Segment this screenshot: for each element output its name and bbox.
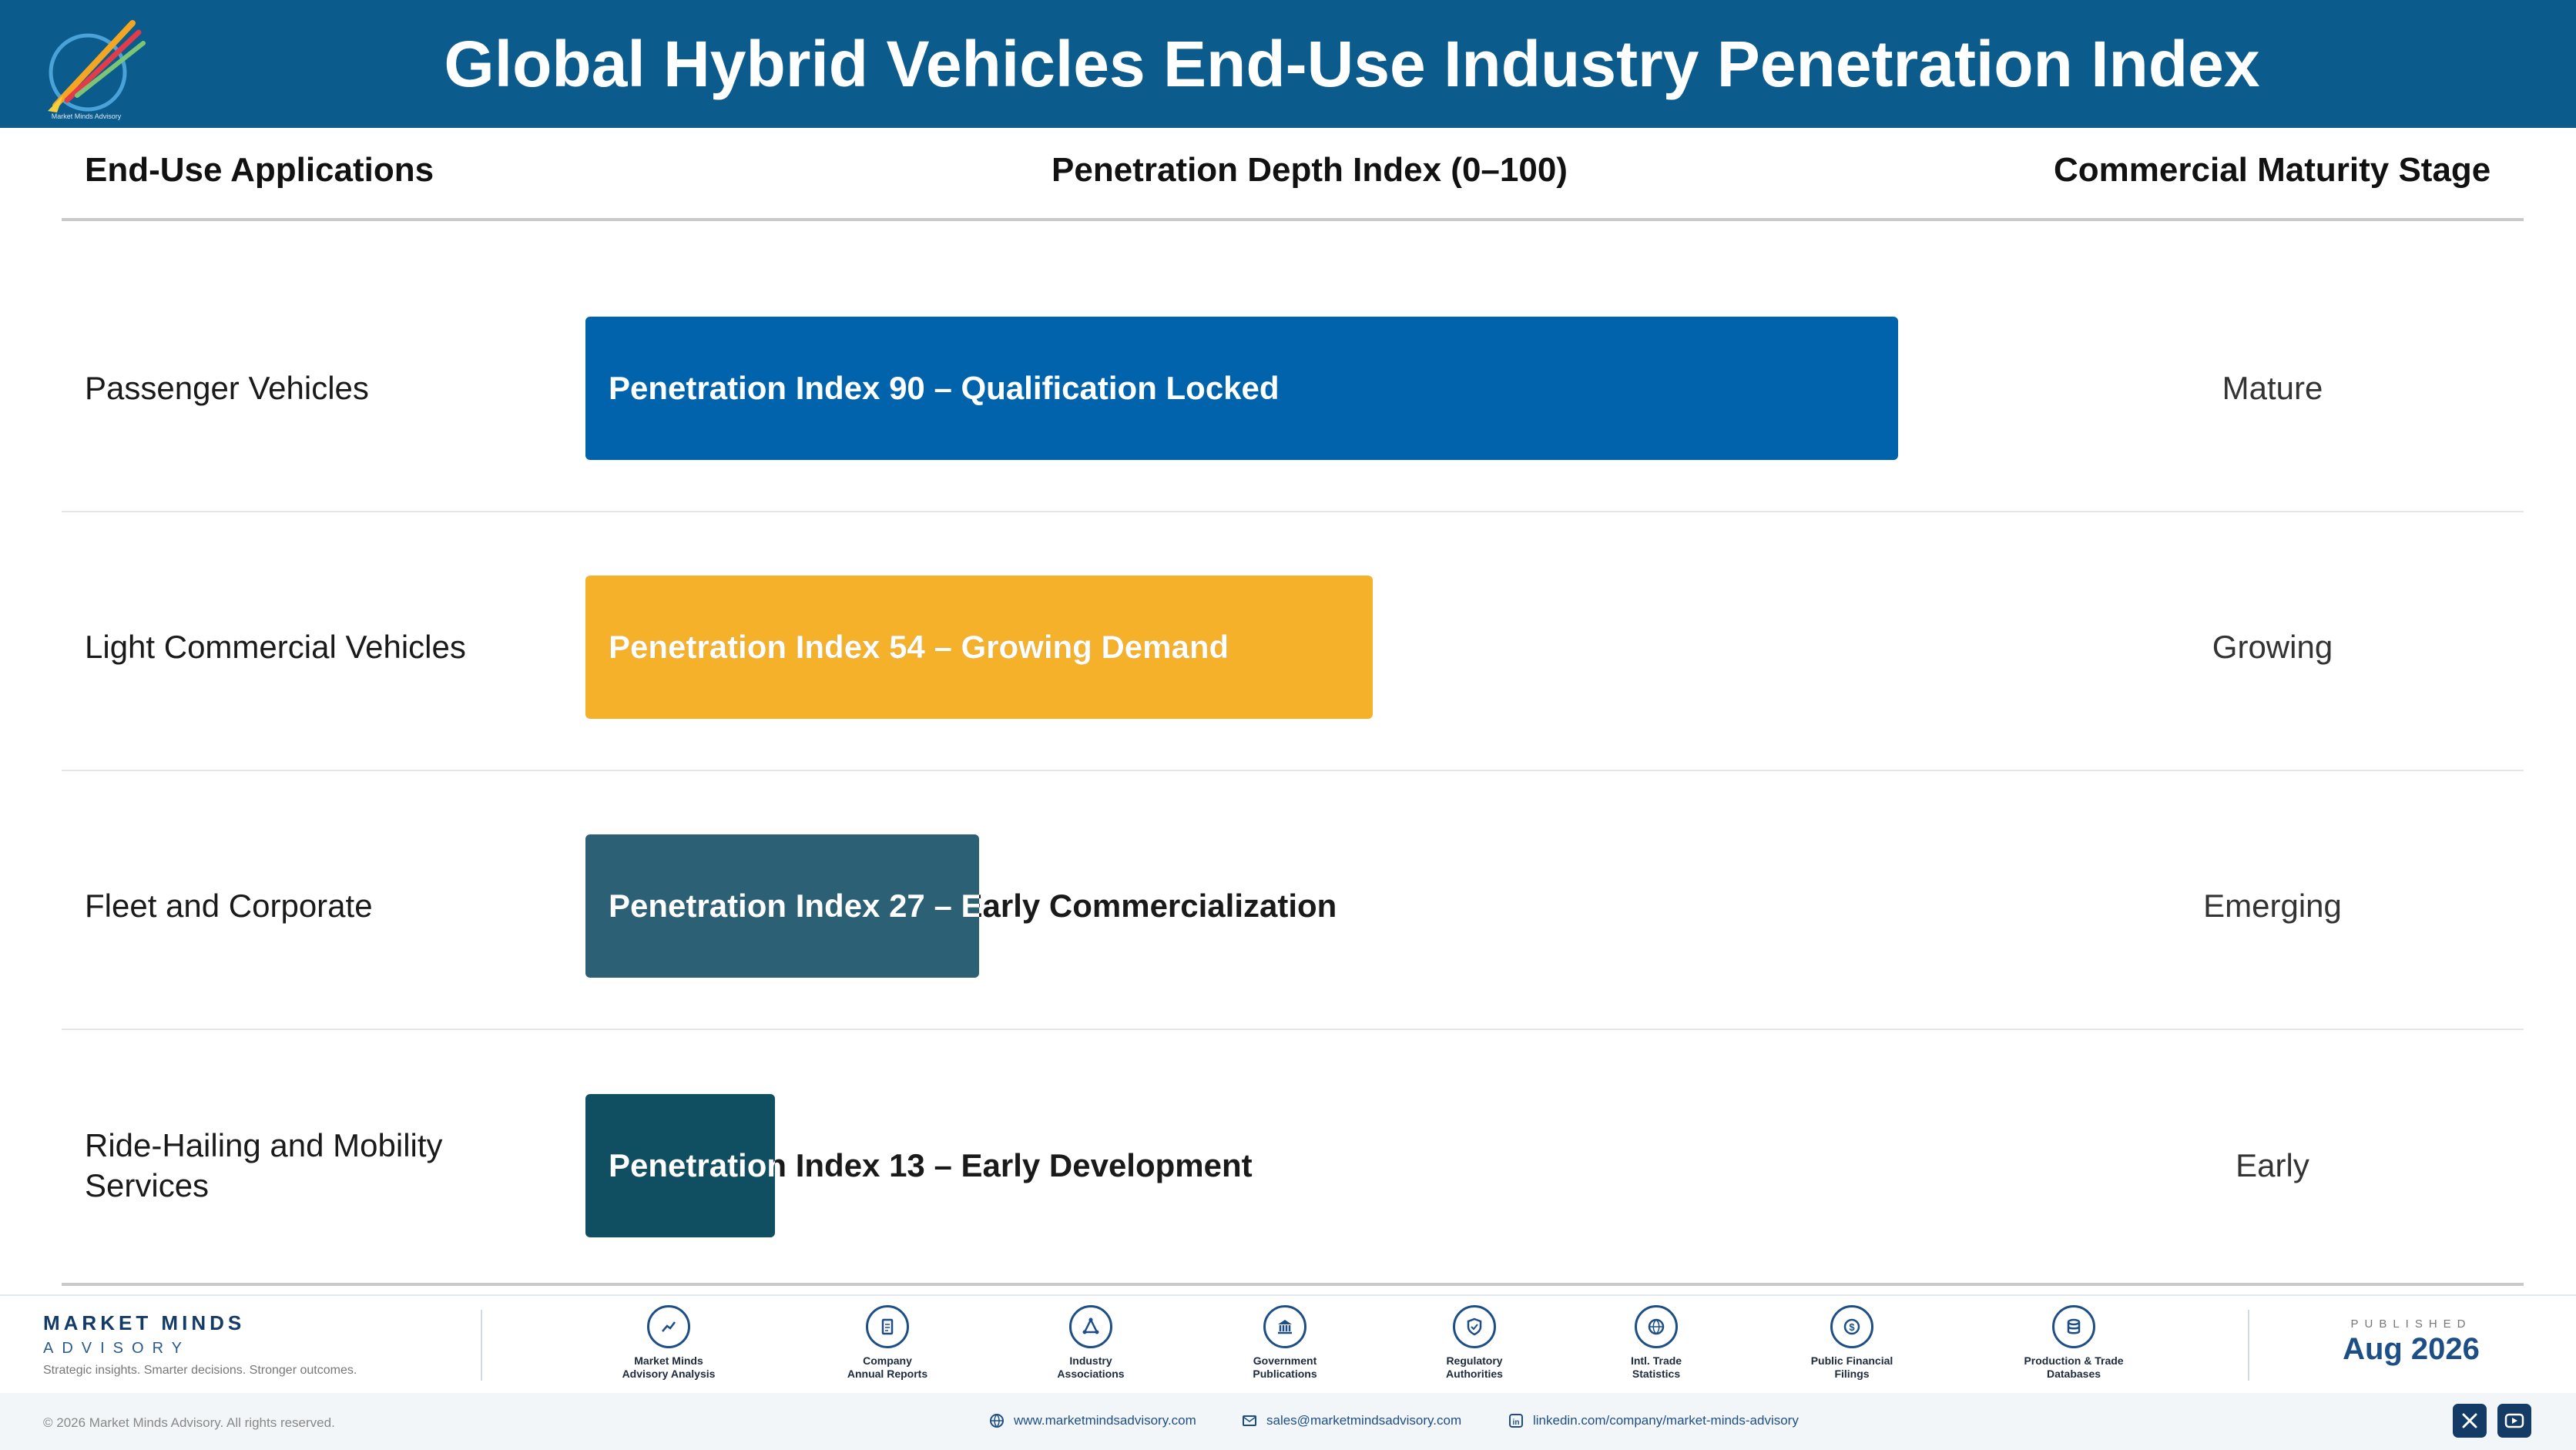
published-date: Aug 2026 <box>2343 1332 2480 1366</box>
source-label-line2: Statistics <box>1632 1368 1681 1380</box>
chart-bottom-divider <box>62 1283 2524 1286</box>
brand-tagline: Strategic insights. Smarter decisions. S… <box>43 1364 357 1377</box>
source-item: Intl. Trade Statistics <box>1579 1305 1733 1381</box>
source-label-line1: Industry <box>1069 1354 1112 1367</box>
row-divider <box>62 511 2524 512</box>
source-label: Intl. Trade Statistics <box>1579 1354 1733 1381</box>
header-divider <box>62 218 2524 221</box>
footer: MARKET MINDS ADVISORY Strategic insights… <box>0 1294 2576 1450</box>
youtube-icon <box>2504 1413 2524 1428</box>
source-label: Government Publications <box>1208 1354 1362 1381</box>
maturity-stage: Early <box>2236 1147 2309 1183</box>
source-label-line2: Associations <box>1057 1368 1125 1380</box>
source-label-line1: Production & Trade <box>2024 1354 2124 1367</box>
row-divider <box>62 1029 2524 1030</box>
column-header-stage: Commercial Maturity Stage <box>2054 151 2491 189</box>
source-item: Industry Associations <box>1014 1305 1168 1381</box>
source-label-line2: Annual Reports <box>847 1368 928 1380</box>
source-label-line1: Public Financial <box>1810 1354 1893 1367</box>
bar-label: Penetration Index 90 – Qualification Loc… <box>609 370 1280 406</box>
page-title: Global Hybrid Vehicles End-Use Industry … <box>444 28 2260 100</box>
source-label-line2: Publications <box>1253 1368 1317 1380</box>
document-icon <box>866 1305 909 1348</box>
brand-subtitle: ADVISORY <box>43 1340 190 1357</box>
row-divider <box>62 770 2524 771</box>
bar-label-inside: Penetration Index 54 – Growing Demand <box>609 629 1229 665</box>
source-label-line1: Government <box>1253 1354 1317 1367</box>
linkedin-link[interactable]: in linkedin.com/company/market-minds-adv… <box>1508 1413 1799 1428</box>
source-label: Regulatory Authorities <box>1397 1354 1551 1381</box>
source-label: Company Annual Reports <box>810 1354 964 1381</box>
row-label: Light Commercial Vehicles <box>85 629 466 665</box>
globe-icon <box>990 1414 1004 1428</box>
brand-name: MARKET MINDS <box>43 1311 246 1334</box>
source-item: Market Minds Advisory Analysis <box>592 1305 746 1381</box>
source-label: Market Minds Advisory Analysis <box>592 1354 746 1381</box>
linkedin-icon: in <box>1509 1414 1523 1428</box>
bank-icon <box>1263 1305 1306 1348</box>
source-label: Public Financial Filings <box>1775 1354 1929 1381</box>
source-label-line1: Market Minds <box>634 1354 703 1367</box>
footer-sources-bar: MARKET MINDS ADVISORY Strategic insights… <box>0 1294 2576 1393</box>
x-social-button[interactable] <box>2453 1404 2487 1438</box>
source-item: Company Annual Reports <box>810 1305 964 1381</box>
source-item: $ Public Financial Filings <box>1775 1305 1929 1381</box>
source-item: Regulatory Authorities <box>1397 1305 1551 1381</box>
source-label-line1: Regulatory <box>1446 1354 1503 1367</box>
copyright-text: © 2026 Market Minds Advisory. All rights… <box>43 1415 335 1430</box>
maturity-stage: Emerging <box>2203 888 2342 924</box>
source-label-line2: Authorities <box>1446 1368 1503 1380</box>
website-text: www.marketmindsadvisory.com <box>1014 1413 1196 1428</box>
linkedin-text: linkedin.com/company/market-minds-adviso… <box>1533 1413 1799 1428</box>
row-label: Fleet and Corporate <box>85 888 373 924</box>
source-label-line1: Company <box>863 1354 912 1367</box>
source-label: Industry Associations <box>1014 1354 1168 1381</box>
globe-icon <box>1635 1305 1678 1348</box>
source-label: Production & Trade Databases <box>1997 1354 2151 1381</box>
header-banner: Market Minds Advisory Global Hybrid Vehi… <box>0 0 2576 128</box>
youtube-social-button[interactable] <box>2497 1404 2531 1438</box>
footer-divider <box>481 1310 482 1381</box>
footer-divider <box>2248 1310 2249 1381</box>
website-link[interactable]: www.marketmindsadvisory.com <box>989 1413 1196 1428</box>
trend-icon <box>647 1305 690 1348</box>
column-header-applications: End-Use Applications <box>85 151 434 189</box>
source-item: Production & Trade Databases <box>1997 1305 2151 1381</box>
database-icon <box>2052 1305 2095 1348</box>
column-header-depth: Penetration Depth Index (0–100) <box>1052 151 1568 189</box>
row-label: Ride-Hailing and Mobility Services <box>85 1127 443 1203</box>
source-label-line1: Intl. Trade <box>1630 1354 1682 1367</box>
footer-brand: MARKET MINDS ADVISORY Strategic insights… <box>43 1311 357 1378</box>
x-icon <box>2462 1413 2477 1428</box>
shield-icon <box>1453 1305 1496 1348</box>
source-label-line2: Filings <box>1834 1368 1870 1380</box>
email-text: sales@marketmindsadvisory.com <box>1266 1413 1462 1428</box>
network-icon <box>1069 1305 1112 1348</box>
svg-text:in: in <box>1513 1418 1520 1427</box>
published-block: PUBLISHED Aug 2026 <box>2296 1317 2527 1367</box>
source-label-line2: Advisory Analysis <box>622 1368 716 1380</box>
mail-icon <box>1243 1415 1256 1426</box>
maturity-stage: Growing <box>2212 629 2333 665</box>
source-item: Government Publications <box>1208 1305 1362 1381</box>
svg-text:$: $ <box>1849 1321 1855 1333</box>
source-label-line2: Databases <box>2046 1368 2101 1380</box>
maturity-stage: Mature <box>2222 370 2323 406</box>
row-label: Passenger Vehicles <box>85 370 369 406</box>
dollar-icon: $ <box>1830 1305 1873 1348</box>
email-link[interactable]: sales@marketmindsadvisory.com <box>1242 1413 1461 1428</box>
published-label: PUBLISHED <box>2350 1317 2472 1331</box>
